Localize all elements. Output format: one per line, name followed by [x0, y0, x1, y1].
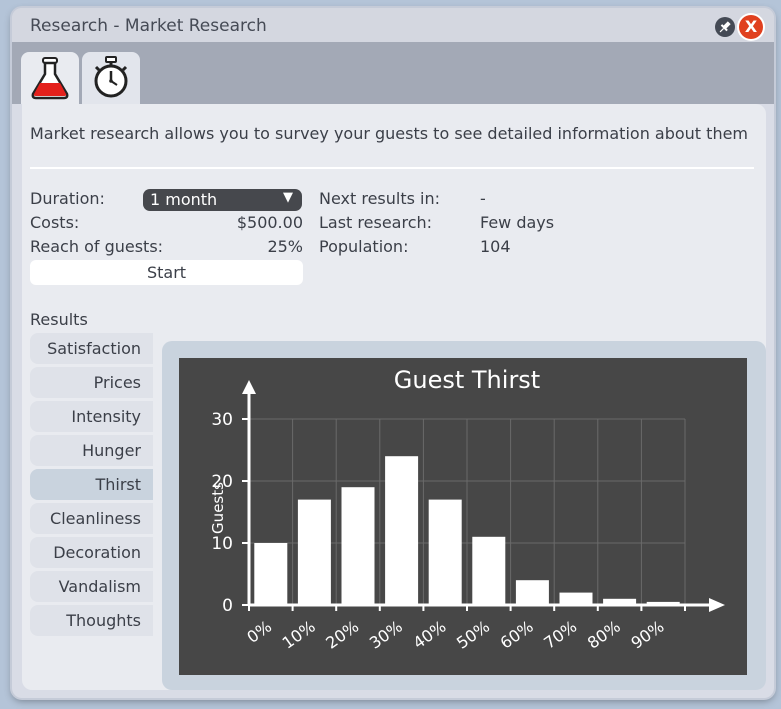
chart-bar-0pct [254, 543, 288, 605]
y-tick-label: 10 [211, 534, 233, 554]
chart-x-ticks: 0% 10% 20% 30% 40% 50% 60% 70% 80% 90% [243, 605, 686, 653]
reach-value: 25% [267, 237, 303, 256]
chart-background: Guest Thirst Guests 0 10 20 30 0% 10% 20% 30% 4… [179, 358, 747, 675]
dropdown-arrow-icon: ▼ [283, 190, 293, 205]
chart-bar-50pct [472, 536, 506, 605]
result-tab-intensity[interactable]: Intensity [30, 401, 153, 432]
x-tick-label: 0% [243, 617, 275, 647]
y-tick-label: 20 [211, 472, 233, 492]
chart-bar-30pct [385, 456, 419, 605]
close-button[interactable]: X [739, 15, 763, 39]
result-tab-thoughts[interactable]: Thoughts [30, 605, 153, 636]
x-tick-label: 70% [540, 617, 580, 653]
result-tab-label: Decoration [53, 543, 141, 562]
stopwatch-icon [94, 56, 128, 98]
result-tab-label: Satisfaction [47, 339, 141, 358]
flask-icon [31, 57, 69, 100]
population-label: Population: [319, 237, 409, 256]
next-results-value: - [480, 189, 486, 208]
x-tick-label: 60% [497, 617, 537, 653]
content-panel: Market research allows you to survey you… [22, 104, 766, 690]
y-tick-label: 0 [222, 596, 233, 616]
x-axis-arrow-icon [709, 598, 725, 612]
result-tab-prices[interactable]: Prices [30, 367, 153, 398]
x-tick-label: 10% [279, 617, 319, 653]
x-tick-label: 80% [584, 617, 624, 653]
chart-bar-60pct [515, 580, 549, 605]
result-tab-thirst[interactable]: Thirst [30, 469, 153, 500]
result-tab-label: Thirst [95, 475, 141, 494]
tab-research[interactable] [21, 52, 79, 104]
costs-value: $500.00 [236, 213, 303, 232]
description-text: Market research allows you to survey you… [30, 124, 749, 143]
result-tab-cleanliness[interactable]: Cleanliness [30, 503, 153, 534]
pin-icon[interactable] [715, 17, 735, 37]
chart-bar-70pct [559, 592, 593, 605]
window-title: Research - Market Research [30, 16, 267, 36]
result-tab-label: Cleanliness [50, 509, 141, 528]
last-research-label: Last research: [319, 213, 433, 232]
result-tab-label: Prices [93, 373, 141, 392]
duration-label: Duration: [30, 189, 105, 208]
chart-panel: Guest Thirst Guests 0 10 20 30 0% 10% 20% 30% 4… [162, 341, 766, 690]
result-tab-hunger[interactable]: Hunger [30, 435, 153, 466]
market-research-window: Research - Market Research X Market rese… [12, 8, 774, 698]
chart-bar-40pct [428, 499, 462, 605]
result-tab-vandalism[interactable]: Vandalism [30, 571, 153, 602]
x-tick-label: 20% [322, 617, 362, 653]
result-tab-decoration[interactable]: Decoration [30, 537, 153, 568]
results-heading: Results [30, 310, 88, 329]
chart-title: Guest Thirst [394, 366, 540, 394]
result-tab-label: Hunger [82, 441, 141, 460]
x-tick-label: 90% [627, 617, 667, 653]
result-tab-label: Intensity [71, 407, 141, 426]
y-axis-arrow-icon [242, 380, 256, 394]
tab-timer[interactable] [82, 52, 140, 104]
chart-bar-10pct [297, 499, 331, 605]
x-tick-label: 30% [366, 617, 406, 653]
population-value: 104 [480, 237, 511, 256]
x-tick-label: 50% [453, 617, 493, 653]
start-button[interactable]: Start [30, 260, 303, 285]
next-results-label: Next results in: [319, 189, 441, 208]
x-tick-label: 40% [409, 617, 449, 653]
guest-thirst-chart: Guest Thirst Guests 0102030 0% 10% 20% 30% 4… [209, 366, 725, 653]
tab-strip [12, 42, 774, 104]
costs-label: Costs: [30, 213, 80, 232]
result-tab-label: Vandalism [58, 577, 141, 596]
last-research-value: Few days [480, 213, 555, 232]
divider [30, 167, 754, 169]
result-tab-label: Thoughts [66, 611, 141, 630]
title-bar[interactable]: Research - Market Research X [12, 8, 774, 42]
chart-bar-20pct [341, 487, 375, 605]
close-icon: X [744, 17, 758, 36]
duration-value: 1 month [150, 190, 218, 209]
result-tab-satisfaction[interactable]: Satisfaction [30, 333, 153, 364]
duration-dropdown[interactable]: 1 month ▼ [143, 189, 302, 211]
reach-label: Reach of guests: [30, 237, 164, 256]
y-tick-label: 30 [211, 410, 233, 430]
